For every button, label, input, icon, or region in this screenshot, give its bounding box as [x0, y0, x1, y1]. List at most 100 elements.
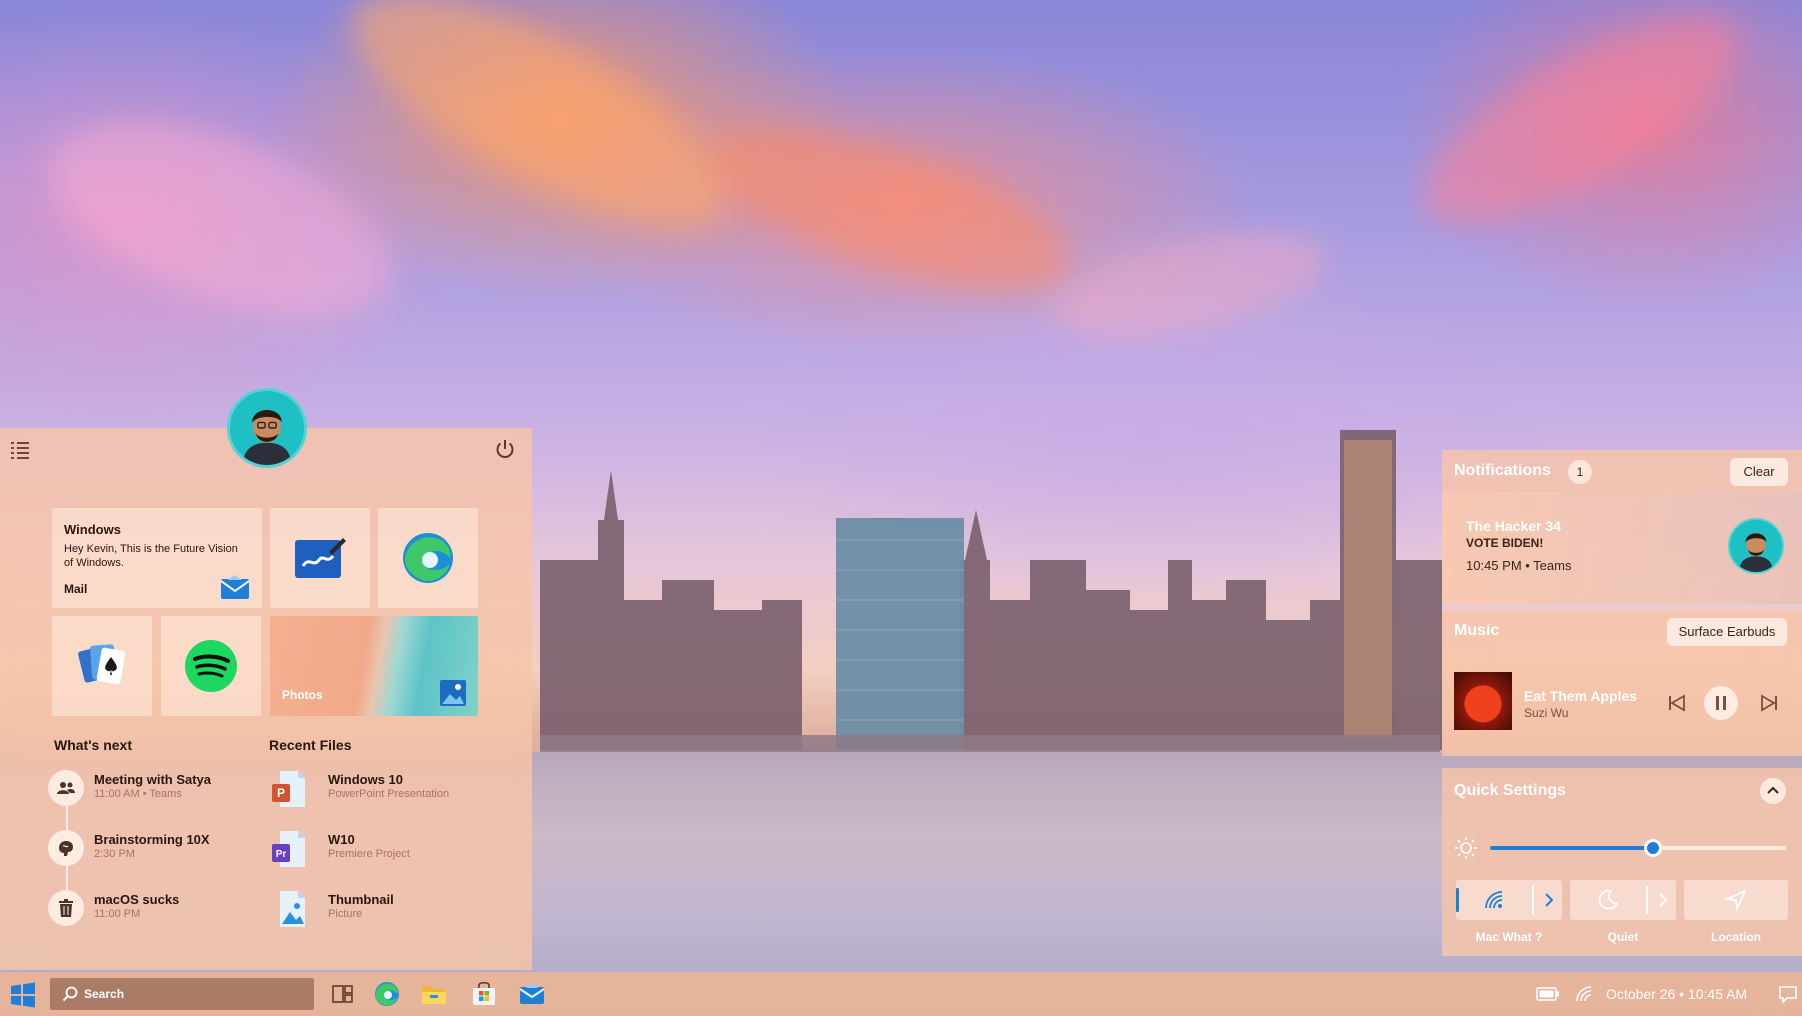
wifi-toggle-label: Mac What ? — [1475, 930, 1543, 944]
notification-count-badge: 1 — [1568, 460, 1592, 484]
notifications-title: Notifications — [1454, 462, 1551, 479]
music-panel: Music Surface Earbuds Eat Them Apples Su… — [1442, 610, 1802, 756]
taskbar-store-button[interactable] — [470, 980, 498, 1008]
recent-file-item[interactable]: Pr W10 Premiere Project — [270, 828, 500, 870]
recent-file-type: Picture — [328, 908, 363, 920]
user-avatar[interactable] — [227, 388, 307, 468]
chevron-up-icon — [1767, 786, 1779, 794]
whiteboard-tile[interactable] — [270, 508, 370, 608]
chevron-right-icon — [1659, 893, 1668, 907]
taskbar-clock[interactable]: October 26 • 10:45 AM — [1606, 986, 1747, 1002]
brain-icon — [59, 841, 73, 856]
quiet-hours-toggle[interactable] — [1570, 880, 1676, 920]
windows-start-icon[interactable] — [10, 982, 36, 1008]
music-title: Music — [1454, 622, 1500, 639]
agenda-item-time: 2:30 PM — [94, 848, 135, 860]
brightness-slider-fill — [1490, 846, 1653, 850]
taskbar-edge-button[interactable] — [373, 980, 401, 1008]
clear-notifications-button[interactable]: Clear — [1730, 458, 1788, 486]
quiet-hours-expand-button[interactable] — [1648, 880, 1676, 920]
agenda-item-icon-circle — [48, 770, 84, 806]
taskbar-mail-button[interactable] — [518, 980, 546, 1008]
battery-icon[interactable] — [1536, 986, 1560, 1002]
all-apps-list-icon[interactable] — [8, 438, 32, 462]
powerpoint-file-icon: P — [272, 771, 305, 807]
network-icon[interactable] — [1574, 984, 1594, 1004]
previous-track-icon[interactable] — [1666, 692, 1688, 714]
agenda-item-title: macOS sucks — [94, 892, 180, 907]
whiteboard-icon — [295, 538, 346, 578]
store-icon — [473, 981, 495, 1005]
notification-center-icon[interactable] — [1778, 984, 1798, 1004]
recent-file-item[interactable]: Thumbnail Picture — [270, 888, 500, 930]
wifi-icon — [1485, 891, 1503, 909]
mail-tile-title: Windows — [64, 522, 121, 537]
track-artist: Suzi Wu — [1524, 706, 1569, 720]
whats-next-heading: What's next — [54, 737, 133, 753]
chevron-right-icon — [1545, 893, 1554, 907]
wifi-expand-button[interactable] — [1534, 880, 1562, 920]
mail-tile-preview: Hey Kevin, This is the Future Vision of … — [64, 543, 238, 569]
recent-file-type: PowerPoint Presentation — [328, 788, 450, 800]
notification-avatar — [1728, 518, 1784, 574]
people-icon — [57, 782, 75, 794]
spotify-tile[interactable] — [161, 616, 261, 716]
search-input[interactable] — [84, 978, 304, 1010]
solitaire-tile[interactable] — [52, 616, 152, 716]
audio-output-button[interactable]: Surface Earbuds — [1667, 618, 1787, 646]
mail-icon — [220, 575, 250, 599]
search-icon — [62, 986, 78, 1002]
svg-text:P: P — [277, 786, 285, 800]
recent-file-item[interactable]: P Windows 10 PowerPoint Presentation — [270, 768, 500, 810]
taskbar-file-explorer-button[interactable] — [420, 980, 448, 1008]
notification-message: VOTE BIDEN! — [1466, 536, 1544, 550]
wifi-toggle-main[interactable] — [1456, 880, 1532, 920]
track-title: Eat Them Apples — [1524, 688, 1638, 704]
edge-icon — [403, 533, 453, 583]
agenda-item[interactable]: macOS sucks 11:00 PM — [48, 888, 238, 928]
edge-tile[interactable] — [378, 508, 478, 608]
user-avatar-icon — [1730, 520, 1782, 572]
notification-time: 10:45 PM • Teams — [1466, 558, 1572, 573]
recent-file-name: Thumbnail — [328, 892, 394, 907]
brightness-icon — [1455, 837, 1477, 859]
moon-icon — [1598, 889, 1619, 910]
photos-tile[interactable]: Photos — [270, 616, 478, 716]
agenda-item-icon-circle — [48, 830, 84, 866]
agenda-item[interactable]: Meeting with Satya 11:00 AM • Teams — [48, 768, 238, 808]
collapse-quick-settings-button[interactable] — [1760, 778, 1786, 804]
brightness-slider-thumb[interactable] — [1644, 839, 1662, 857]
quick-settings-title: Quick Settings — [1454, 782, 1567, 799]
notification-sender: The Hacker 34 — [1466, 518, 1561, 534]
taskbar-search-box[interactable] — [50, 978, 314, 1010]
mail-tile[interactable]: Windows Hey Kevin, This is the Future Vi… — [52, 508, 262, 608]
location-arrow-icon — [1724, 889, 1747, 912]
recent-file-name: W10 — [328, 832, 355, 847]
photos-icon — [440, 680, 466, 706]
premiere-file-icon: Pr — [272, 831, 305, 867]
solitaire-cards-icon — [78, 644, 126, 685]
mail-icon — [519, 983, 545, 1004]
agenda-item[interactable]: Brainstorming 10X 2:30 PM — [48, 828, 238, 868]
file-explorer-icon — [422, 986, 446, 1004]
recent-files-heading: Recent Files — [269, 737, 352, 753]
svg-text:Pr: Pr — [276, 849, 287, 860]
play-pause-button[interactable] — [1704, 686, 1738, 720]
quiet-hours-toggle-label: Quiet — [1607, 930, 1639, 944]
location-toggle[interactable] — [1684, 880, 1788, 920]
agenda-item-time: 11:00 AM • Teams — [94, 788, 182, 800]
task-view-icon — [332, 985, 353, 1003]
quiet-hours-toggle-main[interactable] — [1570, 880, 1646, 920]
trash-icon — [59, 899, 73, 917]
brightness-slider[interactable] — [1490, 839, 1786, 857]
agenda-item-title: Meeting with Satya — [94, 772, 212, 787]
taskbar-task-view-button[interactable] — [328, 980, 356, 1008]
pause-icon — [1716, 696, 1726, 710]
next-track-icon[interactable] — [1758, 692, 1780, 714]
wifi-toggle[interactable] — [1456, 880, 1562, 920]
taskbar: October 26 • 10:45 AM — [0, 972, 1802, 1016]
power-icon[interactable] — [494, 438, 516, 460]
recent-file-type: Premiere Project — [328, 848, 410, 860]
agenda-item-title: Brainstorming 10X — [94, 832, 210, 847]
quick-settings-panel: Quick Settings Mac What ? Quiet Location — [1442, 768, 1802, 956]
